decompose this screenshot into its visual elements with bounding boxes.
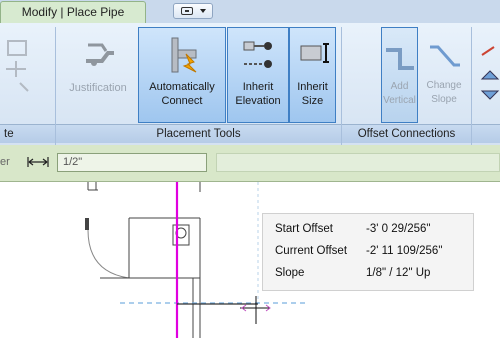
change-slope-button[interactable]: Change Slope	[418, 27, 470, 123]
group-label-placement-tools: Placement Tools	[56, 124, 341, 143]
options-bar-label: er	[0, 156, 10, 168]
tab-modify-place-pipe[interactable]: Modify | Place Pipe	[0, 1, 146, 23]
fixture-icon	[172, 224, 190, 246]
group-label-partial: te	[0, 124, 55, 143]
partial-tool-icon	[6, 40, 29, 92]
pipe-offset-tooltip: Start Offset -3' 0 29/256" Current Offse…	[262, 213, 474, 291]
inherit-size-icon	[300, 43, 329, 63]
options-bar-empty	[216, 153, 500, 172]
add-vertical-label: Add Vertical	[383, 81, 416, 106]
tooltip-value: -2' 11 109/256"	[366, 245, 443, 257]
group-label-empty	[472, 124, 500, 143]
tooltip-value: 1/8" / 12" Up	[366, 267, 431, 279]
tooltip-key: Start Offset	[275, 223, 333, 235]
group-label-offset-connections: Offset Connections	[342, 124, 471, 143]
automatically-connect-button[interactable]: Automatically Connect	[138, 27, 226, 123]
tooltip-value: -3' 0 29/256"	[366, 223, 431, 235]
inherit-size-button[interactable]: Inherit Size	[289, 27, 336, 123]
floor-plan-walls	[85, 182, 201, 338]
inherit-elevation-icon	[243, 41, 272, 68]
automatically-connect-icon	[171, 37, 197, 73]
tooltip-row-slope: Slope 1/8" / 12" Up	[263, 267, 475, 287]
diameter-icon	[27, 157, 49, 167]
tooltip-row-start-offset: Start Offset -3' 0 29/256"	[263, 223, 475, 243]
tooltip-key: Current Offset	[275, 245, 348, 257]
partial-right-icons	[480, 46, 500, 100]
size-field[interactable]: 1/2"	[57, 153, 207, 172]
add-vertical-icon	[385, 48, 414, 70]
cursor-crosshair-icon	[240, 296, 271, 324]
partial-right-tools[interactable]	[476, 27, 500, 123]
view-icon	[181, 7, 193, 15]
inherit-size-label: Inherit Size	[297, 81, 328, 107]
change-slope-label: Change Slope	[426, 80, 462, 105]
add-vertical-button[interactable]: Add Vertical	[381, 27, 418, 123]
tooltip-row-current-offset: Current Offset -2' 11 109/256"	[263, 245, 475, 265]
justification-icon	[86, 43, 114, 66]
tooltip-key: Slope	[275, 267, 305, 279]
justification-label: Justification	[69, 82, 127, 94]
inherit-elevation-label: Inherit Elevation	[235, 81, 281, 107]
ribbon-tab-strip: Modify | Place Pipe	[0, 0, 500, 24]
view-dropdown-button[interactable]	[173, 3, 213, 19]
change-slope-icon	[430, 45, 460, 67]
chevron-down-icon	[200, 9, 206, 13]
automatically-connect-label: Automatically Connect	[149, 81, 215, 107]
options-bar: er 1/2"	[0, 145, 500, 182]
inherit-elevation-button[interactable]: Inherit Elevation	[227, 27, 289, 123]
